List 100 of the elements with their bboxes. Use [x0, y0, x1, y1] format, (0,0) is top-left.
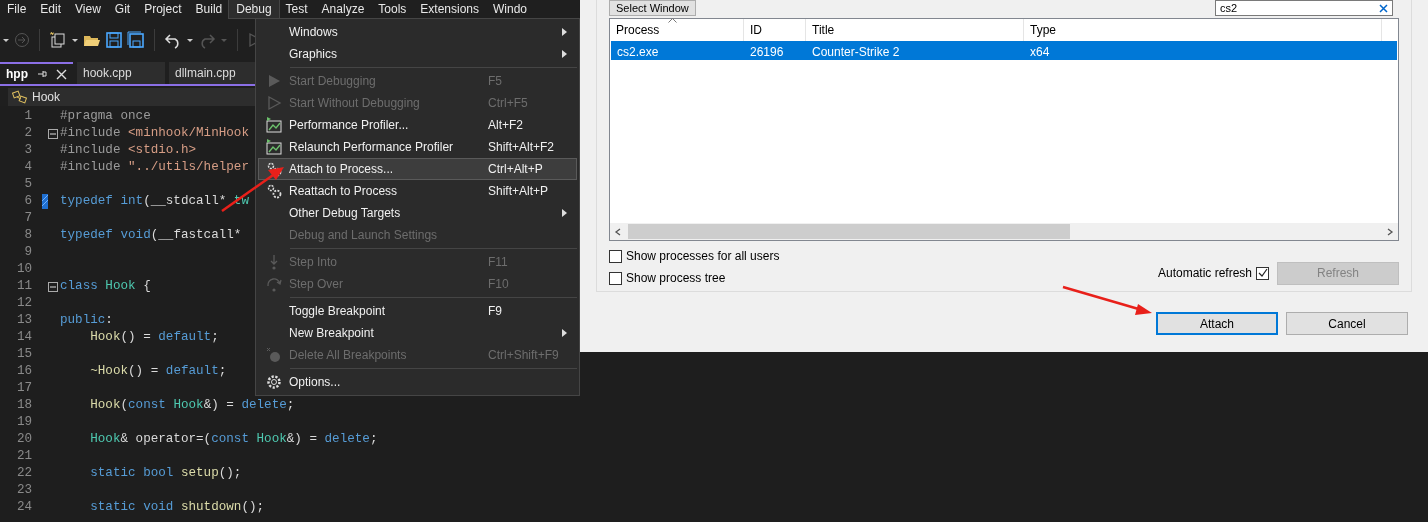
caret-icon: [186, 36, 194, 44]
shortcut-label: F9: [488, 303, 503, 320]
line-number: 17: [15, 380, 33, 397]
pin-icon[interactable]: [36, 68, 48, 80]
menu-label: Attach to Process...: [289, 161, 395, 178]
shortcut-label: Shift+Alt+F2: [488, 139, 556, 156]
play-icon: [266, 95, 282, 111]
code-line: Hook(const Hook&) = delete;: [89, 397, 295, 414]
menu-item[interactable]: Build: [188, 0, 230, 18]
menu-item[interactable]: Windo: [486, 0, 535, 18]
menu-item[interactable]: Test: [278, 0, 315, 18]
shortcut-label: F5: [488, 73, 503, 90]
file-tab[interactable]: hpp: [0, 62, 73, 84]
menu-item[interactable]: Tools: [371, 0, 414, 18]
attach-button[interactable]: Attach: [1156, 312, 1278, 335]
menu-label: Debug and Launch Settings: [289, 227, 439, 244]
menu-item[interactable]: View: [68, 0, 108, 18]
menu-label: Reattach to Process: [289, 183, 399, 200]
menu-item[interactable]: Other Debug Targets: [258, 202, 577, 224]
checkbox-label: Show process tree: [626, 270, 726, 287]
shortcut-label: Ctrl+Shift+F9: [488, 347, 560, 364]
shortcut-label: F10: [488, 276, 510, 293]
line-number: 6: [23, 193, 33, 210]
line-number: 1: [23, 108, 33, 125]
save-all-icon[interactable]: [127, 31, 145, 49]
menu-item[interactable]: Relaunch Performance Profiler Shift+Alt+F2: [258, 136, 577, 158]
table-cell-text: cs2.exe: [616, 44, 660, 60]
gears-icon: [266, 161, 282, 177]
menu-item[interactable]: Project: [137, 0, 189, 18]
line-number: 2: [23, 125, 33, 142]
menu-item[interactable]: File: [0, 0, 34, 18]
code-line: #include <stdio.h>: [60, 142, 197, 159]
line-number: 12: [15, 295, 33, 312]
line-number: 4: [23, 159, 33, 176]
shortcut-label: Shift+Alt+P: [488, 183, 550, 200]
select-window-button[interactable]: Select Window: [609, 0, 696, 16]
line-number: 13: [15, 312, 33, 329]
menu-label: Toggle Breakpoint: [289, 303, 387, 320]
collapse-icon[interactable]: [48, 281, 58, 292]
menu-item[interactable]: Toggle Breakpoint F9: [258, 300, 577, 322]
line-number: 5: [23, 176, 33, 193]
new-item-icon[interactable]: [49, 31, 67, 49]
table-cell-text: x64: [1029, 44, 1051, 60]
horizontal-scrollbar[interactable]: [610, 223, 1398, 240]
collapse-icon[interactable]: [48, 128, 58, 139]
search-field[interactable]: cs2: [1215, 0, 1393, 16]
line-number: 7: [23, 210, 33, 227]
file-tab[interactable]: dllmain.cpp: [169, 62, 257, 84]
step-over-icon: [266, 276, 282, 292]
play-icon: [266, 73, 282, 89]
save-icon[interactable]: [105, 31, 123, 49]
code-line: Hook() = default;: [89, 329, 219, 346]
checkbox[interactable]: [609, 271, 622, 285]
chart-icon: [266, 139, 282, 155]
menu-label: Other Debug Targets: [289, 205, 402, 222]
menu-item[interactable]: Edit: [33, 0, 69, 18]
line-number: 8: [23, 227, 33, 244]
close-icon[interactable]: [56, 68, 67, 80]
file-tab[interactable]: hook.cpp: [77, 62, 165, 84]
menu-item[interactable]: Analyze: [314, 0, 372, 18]
caret-icon: [220, 36, 228, 44]
menu-item[interactable]: Extensions: [413, 0, 487, 18]
checkbox-label: Automatic refresh: [1157, 265, 1252, 282]
checkbox[interactable]: [609, 249, 622, 263]
shortcut-label: Alt+F2: [488, 117, 524, 134]
menu-item[interactable]: Reattach to Process Shift+Alt+P: [258, 180, 577, 202]
clear-icon[interactable]: [1379, 3, 1388, 13]
menu-item[interactable]: Performance Profiler... Alt+F2: [258, 114, 577, 136]
menu-label: Graphics: [289, 46, 339, 63]
menu-item[interactable]: Windows: [258, 21, 577, 43]
line-number: 15: [15, 346, 33, 363]
menu-item[interactable]: Git: [107, 0, 138, 18]
code-line: public:: [60, 312, 113, 329]
code-line: #include "../utils/helper: [60, 159, 249, 176]
shortcut-label: Ctrl+Alt+P: [488, 161, 544, 178]
menu-label: Step Over: [289, 276, 345, 293]
shortcut-label: F11: [488, 254, 509, 271]
menu-item[interactable]: Options...: [258, 371, 577, 393]
line-number: 14: [15, 329, 33, 346]
line-number: 3: [23, 142, 33, 159]
menu-item[interactable]: Debug: [229, 0, 279, 18]
checkbox[interactable]: [1256, 266, 1269, 280]
scrollbar-thumb[interactable]: [628, 224, 1070, 239]
undo-icon[interactable]: [164, 31, 182, 49]
menu-label: Relaunch Performance Profiler: [289, 139, 455, 156]
line-number: 21: [15, 448, 33, 465]
caret-icon: [71, 36, 79, 44]
process-row[interactable]: cs2.exe 26196 Counter-Strike 2 x64: [611, 41, 1397, 60]
menu-label: Start Debugging: [289, 73, 377, 90]
menu-item[interactable]: New Breakpoint: [258, 322, 577, 344]
code-line: static bool setup();: [89, 465, 242, 482]
chart-icon: [266, 117, 282, 133]
menu-label: New Breakpoint: [289, 325, 375, 342]
cancel-button[interactable]: Cancel: [1286, 312, 1408, 335]
caret-icon: [2, 36, 10, 44]
line-number: 23: [15, 482, 33, 499]
menu-item[interactable]: Attach to Process... Ctrl+Alt+P: [258, 158, 577, 180]
menu-item[interactable]: Graphics: [258, 43, 577, 65]
menu-label: Windows: [289, 24, 339, 41]
line-number: 19: [15, 414, 33, 431]
